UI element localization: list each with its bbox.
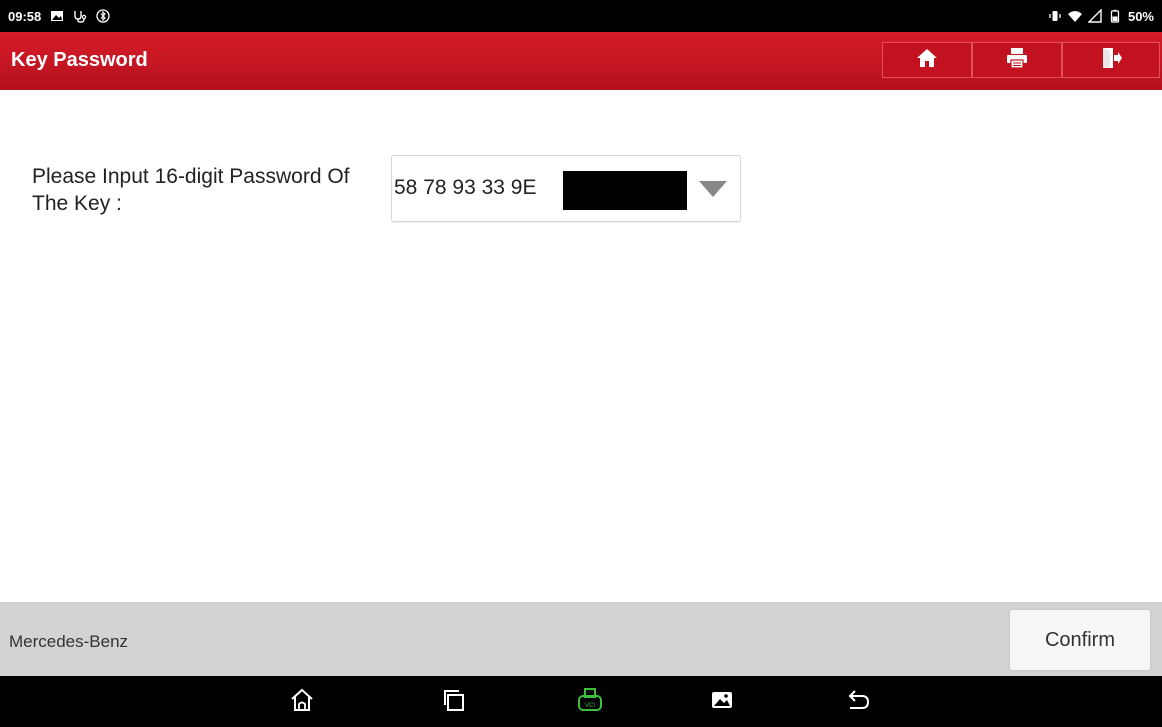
gallery-icon	[708, 686, 736, 719]
exit-button[interactable]	[1062, 42, 1160, 78]
nav-gallery-button[interactable]	[706, 686, 738, 718]
svg-text:VCI: VCI	[585, 703, 595, 709]
footer-bar: Mercedes-Benz Confirm	[0, 602, 1162, 676]
vci-icon: VCI	[576, 686, 604, 719]
nav-home-button[interactable]	[286, 686, 318, 718]
wifi-icon	[1067, 9, 1082, 23]
nav-back-button[interactable]	[842, 686, 874, 718]
nav-vci-button[interactable]: VCI	[574, 686, 606, 718]
password-select[interactable]: 58 78 93 33 9E	[391, 155, 741, 222]
bluetooth-icon	[96, 9, 110, 23]
battery-percent: 50%	[1127, 8, 1154, 24]
nav-bar: VCI	[0, 676, 1162, 727]
page-title: Key Password	[11, 49, 148, 71]
status-left: 09:58	[8, 9, 110, 24]
dropdown-arrow-icon	[699, 181, 727, 197]
home-icon	[288, 686, 316, 719]
redaction-block	[563, 171, 687, 210]
nav-recent-apps-button[interactable]	[438, 686, 470, 718]
vehicle-brand: Mercedes-Benz	[9, 632, 129, 651]
print-icon	[1005, 46, 1029, 75]
password-value: 58 78 93 33 9E	[394, 176, 537, 199]
confirm-button[interactable]: Confirm	[1009, 609, 1151, 671]
recent-apps-icon	[440, 686, 468, 719]
image-notification-icon	[50, 9, 64, 23]
title-bar: Key Password	[0, 32, 1162, 90]
exit-icon	[1099, 46, 1123, 75]
status-bar: 09:58 50%	[0, 0, 1162, 32]
battery-icon	[1108, 9, 1122, 23]
status-time: 09:58	[8, 8, 42, 24]
home-icon	[915, 46, 939, 75]
vibrate-icon	[1048, 9, 1062, 23]
diagnostic-icon	[73, 9, 87, 23]
password-label: Please Input 16-digit Password Of The Ke…	[32, 165, 350, 215]
back-icon	[844, 686, 872, 719]
print-button[interactable]	[972, 42, 1062, 78]
home-button[interactable]	[882, 42, 972, 78]
signal-icon	[1087, 9, 1102, 23]
status-right: 50%	[1048, 9, 1154, 24]
